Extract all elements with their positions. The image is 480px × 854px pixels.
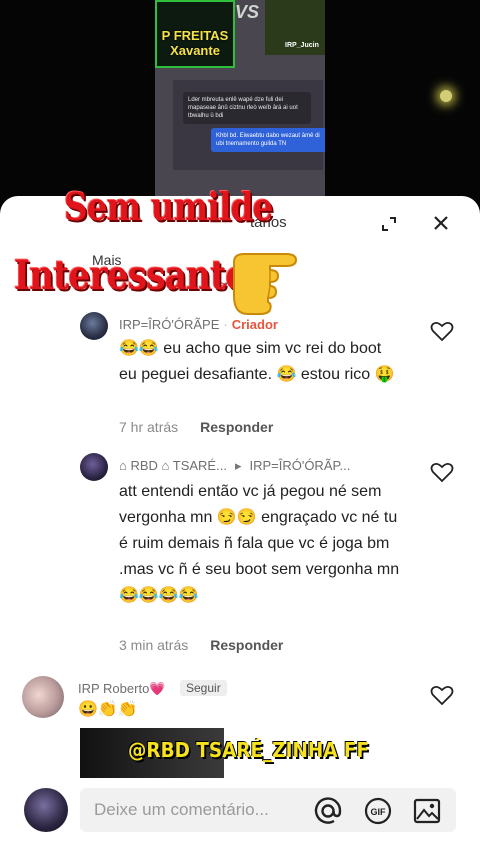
comment-author-line: ⌂ RBD ⌂ TSARÉ... ▸ IRP=ÎRÓ'ÓRÃP... (119, 458, 350, 474)
avatar[interactable] (80, 453, 108, 481)
video-chat-message: Lder mbreuta enlê wapé dze fuli dei mapa… (183, 92, 311, 124)
image-icon[interactable] (412, 796, 442, 826)
caption-overlay: @RBD TSARÉ_ZINHA FF (128, 738, 370, 762)
comment-author[interactable]: IRP Roberto💗 (78, 681, 165, 696)
heart-icon[interactable] (430, 461, 454, 483)
comment-author-line: IRP=ÎRÓ'ÓRÃPE · Criador (119, 317, 278, 332)
reply-arrow-icon: ▸ (234, 458, 242, 473)
svg-text:GIF: GIF (371, 807, 387, 817)
reply-button[interactable]: Responder (200, 419, 273, 435)
video-chat-area: Lder mbreuta enlê wapé dze fuli dei mapa… (173, 80, 325, 170)
comment-input[interactable] (80, 788, 456, 832)
comment-author-line: IRP Roberto💗 (78, 681, 165, 697)
overlay-sticker: Interessante (14, 252, 247, 299)
comment-time: 3 min atrás (119, 637, 189, 653)
comment-time: 7 hr atrás (119, 419, 179, 435)
video-frame[interactable]: P FREITAS Xavante VS IRP_Jucin Lder mbre… (155, 0, 325, 200)
video-chat-message: Khbl bd. Eiwaebtu dabo wezaut âmê di ubi… (211, 128, 325, 152)
avatar[interactable] (22, 676, 64, 718)
reply-to-author[interactable]: IRP=ÎRÓ'ÓRÃP... (249, 458, 350, 473)
pointing-hand-icon (233, 253, 298, 315)
separator-dot: · (223, 317, 228, 332)
creator-badge: Criador (231, 317, 278, 332)
close-icon[interactable] (432, 214, 450, 232)
reply-button[interactable]: Responder (210, 637, 283, 653)
comment-text: 😀👏👏 (78, 701, 138, 718)
comment-author[interactable]: ⌂ RBD ⌂ TSARÉ... (119, 458, 227, 473)
avatar[interactable] (80, 312, 108, 340)
heart-icon[interactable] (430, 684, 454, 706)
gif-icon[interactable]: GIF (363, 796, 393, 826)
my-avatar (24, 788, 68, 832)
comment-author[interactable]: IRP=ÎRÓ'ÓRÃPE (119, 317, 219, 332)
player-left-name: P FREITAS Xavante (161, 28, 229, 58)
light-glow (440, 90, 452, 102)
heart-icon[interactable] (430, 320, 454, 342)
overlay-sticker: Sem umilde (64, 184, 273, 229)
comment-meta: 7 hr atrás Responder (119, 419, 273, 435)
comment-text: 😂😂 eu acho que sim vc rei do boot eu peg… (119, 340, 395, 383)
player-right-name: IRP_Jucin (285, 42, 319, 49)
expand-icon[interactable] (381, 216, 397, 232)
vs-label: VS (235, 2, 260, 22)
follow-button[interactable]: Seguir (180, 680, 227, 696)
comment-meta: 3 min atrás Responder (119, 637, 283, 653)
comment-text: att entendi então vc já pegou né sem ver… (119, 483, 400, 604)
mention-at-icon[interactable] (313, 796, 343, 826)
